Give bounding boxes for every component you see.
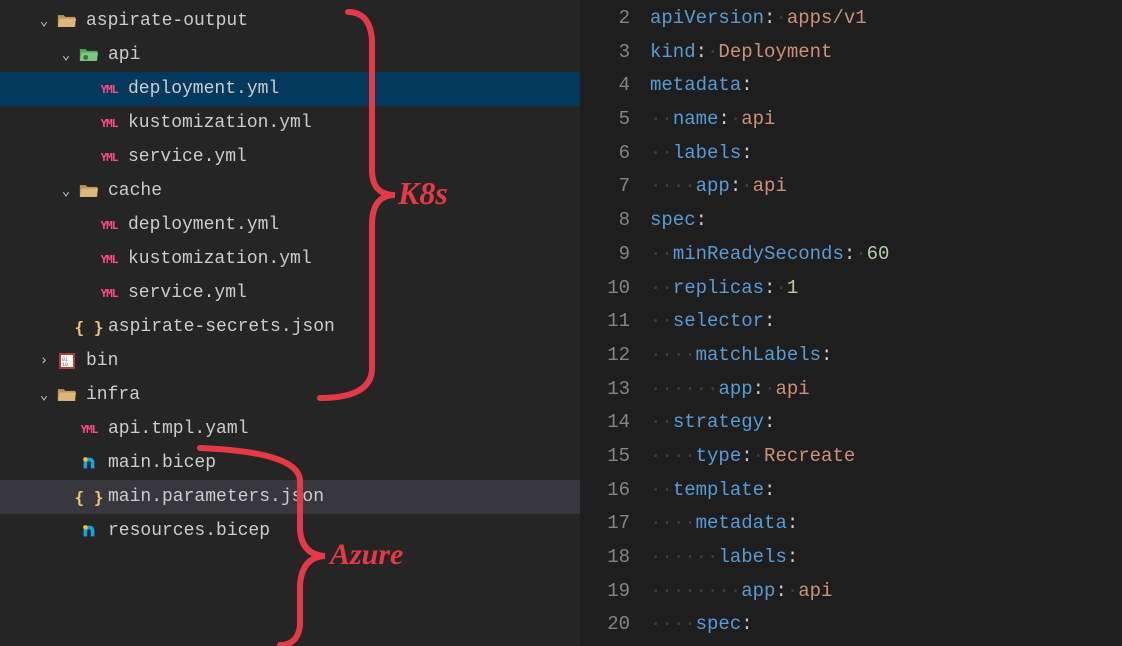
chevron-down-icon: ⌄: [58, 47, 74, 64]
code-line[interactable]: ····metadata:: [650, 507, 1122, 541]
file-main-parameters[interactable]: { } main.parameters.json: [0, 480, 580, 514]
file-api-tmpl[interactable]: YML api.tmpl.yaml: [0, 412, 580, 446]
yaml-icon: YML: [96, 219, 122, 232]
folder-api[interactable]: ⌄ api: [0, 38, 580, 72]
code-line[interactable]: ··selector:: [650, 305, 1122, 339]
json-icon: { }: [76, 318, 102, 337]
yaml-icon: YML: [96, 83, 122, 96]
chevron-down-icon: ⌄: [58, 183, 74, 200]
line-number: 6: [580, 137, 630, 171]
line-number: 18: [580, 541, 630, 575]
file-label: kustomization.yml: [128, 113, 312, 133]
code-line[interactable]: metadata:: [650, 69, 1122, 103]
line-number: 2: [580, 2, 630, 36]
file-main-bicep[interactable]: main.bicep: [0, 446, 580, 480]
line-number: 16: [580, 474, 630, 508]
code-line[interactable]: ········app:·api: [650, 575, 1122, 609]
line-number: 12: [580, 339, 630, 373]
folder-infra[interactable]: ⌄ infra: [0, 378, 580, 412]
line-number: 9: [580, 238, 630, 272]
folder-label: cache: [108, 181, 162, 201]
line-number: 20: [580, 608, 630, 642]
file-cache-service[interactable]: YML service.yml: [0, 276, 580, 310]
binary-icon: 0110: [54, 353, 80, 369]
code-line[interactable]: ··minReadySeconds:·60: [650, 238, 1122, 272]
code-line[interactable]: ······labels:: [650, 541, 1122, 575]
line-number-gutter: 234567891011121314151617181920: [580, 2, 650, 646]
file-label: api.tmpl.yaml: [108, 419, 248, 439]
file-label: kustomization.yml: [128, 249, 312, 269]
chevron-down-icon: ⌄: [36, 13, 52, 30]
yaml-icon: YML: [96, 151, 122, 164]
bicep-icon: [76, 522, 102, 540]
line-number: 7: [580, 170, 630, 204]
file-label: deployment.yml: [128, 79, 279, 99]
line-number: 14: [580, 406, 630, 440]
code-line[interactable]: ··strategy:: [650, 406, 1122, 440]
code-line[interactable]: apiVersion:·apps/v1: [650, 2, 1122, 36]
code-line[interactable]: ··labels:: [650, 137, 1122, 171]
yaml-icon: YML: [96, 117, 122, 130]
file-cache-kustomization[interactable]: YML kustomization.yml: [0, 242, 580, 276]
file-label: resources.bicep: [108, 521, 270, 541]
line-number: 4: [580, 69, 630, 103]
code-line[interactable]: ··template:: [650, 474, 1122, 508]
chevron-right-icon: ›: [36, 353, 52, 369]
folder-label: infra: [86, 385, 140, 405]
file-cache-deployment[interactable]: YML deployment.yml: [0, 208, 580, 242]
folder-bin[interactable]: › 0110 bin: [0, 344, 580, 378]
file-label: main.bicep: [108, 453, 216, 473]
code-line[interactable]: kind:·Deployment: [650, 36, 1122, 70]
chevron-down-icon: ⌄: [36, 387, 52, 404]
line-number: 5: [580, 103, 630, 137]
folder-open-icon: [54, 13, 80, 29]
file-api-service[interactable]: YML service.yml: [0, 140, 580, 174]
code-line[interactable]: ····app:·api: [650, 170, 1122, 204]
file-label: service.yml: [128, 283, 247, 303]
line-number: 3: [580, 36, 630, 70]
file-api-deployment[interactable]: YML deployment.yml: [0, 72, 580, 106]
file-api-kustomization[interactable]: YML kustomization.yml: [0, 106, 580, 140]
yaml-icon: YML: [76, 423, 102, 436]
line-number: 10: [580, 272, 630, 306]
code-line[interactable]: ··name:·api: [650, 103, 1122, 137]
code-line[interactable]: ··replicas:·1: [650, 272, 1122, 306]
folder-cache[interactable]: ⌄ cache: [0, 174, 580, 208]
code-line[interactable]: ····matchLabels:: [650, 339, 1122, 373]
file-label: aspirate-secrets.json: [108, 317, 335, 337]
code-line[interactable]: ····type:·Recreate: [650, 440, 1122, 474]
file-label: main.parameters.json: [108, 487, 324, 507]
code-line[interactable]: ······app:·api: [650, 373, 1122, 407]
file-label: deployment.yml: [128, 215, 279, 235]
json-icon: { }: [76, 488, 102, 507]
code-content[interactable]: apiVersion:·apps/v1kind:·Deploymentmetad…: [650, 2, 1122, 646]
code-editor[interactable]: 234567891011121314151617181920 apiVersio…: [580, 0, 1122, 646]
file-resources-bicep[interactable]: resources.bicep: [0, 514, 580, 548]
file-label: service.yml: [128, 147, 247, 167]
code-line[interactable]: ····spec:: [650, 608, 1122, 642]
line-number: 15: [580, 440, 630, 474]
line-number: 11: [580, 305, 630, 339]
line-number: 17: [580, 507, 630, 541]
line-number: 8: [580, 204, 630, 238]
line-number: 13: [580, 373, 630, 407]
folder-label: bin: [86, 351, 118, 371]
folder-label: aspirate-output: [86, 11, 248, 31]
file-explorer: ⌄ aspirate-output ⌄ api YML deployment.y…: [0, 0, 580, 646]
folder-open-icon: [54, 387, 80, 403]
folder-aspirate-output[interactable]: ⌄ aspirate-output: [0, 4, 580, 38]
folder-open-icon: [76, 47, 102, 63]
bicep-icon: [76, 454, 102, 472]
code-line[interactable]: spec:: [650, 204, 1122, 238]
line-number: 19: [580, 575, 630, 609]
yaml-icon: YML: [96, 287, 122, 300]
svg-text:10: 10: [62, 362, 68, 368]
yaml-icon: YML: [96, 253, 122, 266]
folder-open-icon: [76, 183, 102, 199]
folder-label: api: [108, 45, 140, 65]
file-aspirate-secrets[interactable]: { } aspirate-secrets.json: [0, 310, 580, 344]
